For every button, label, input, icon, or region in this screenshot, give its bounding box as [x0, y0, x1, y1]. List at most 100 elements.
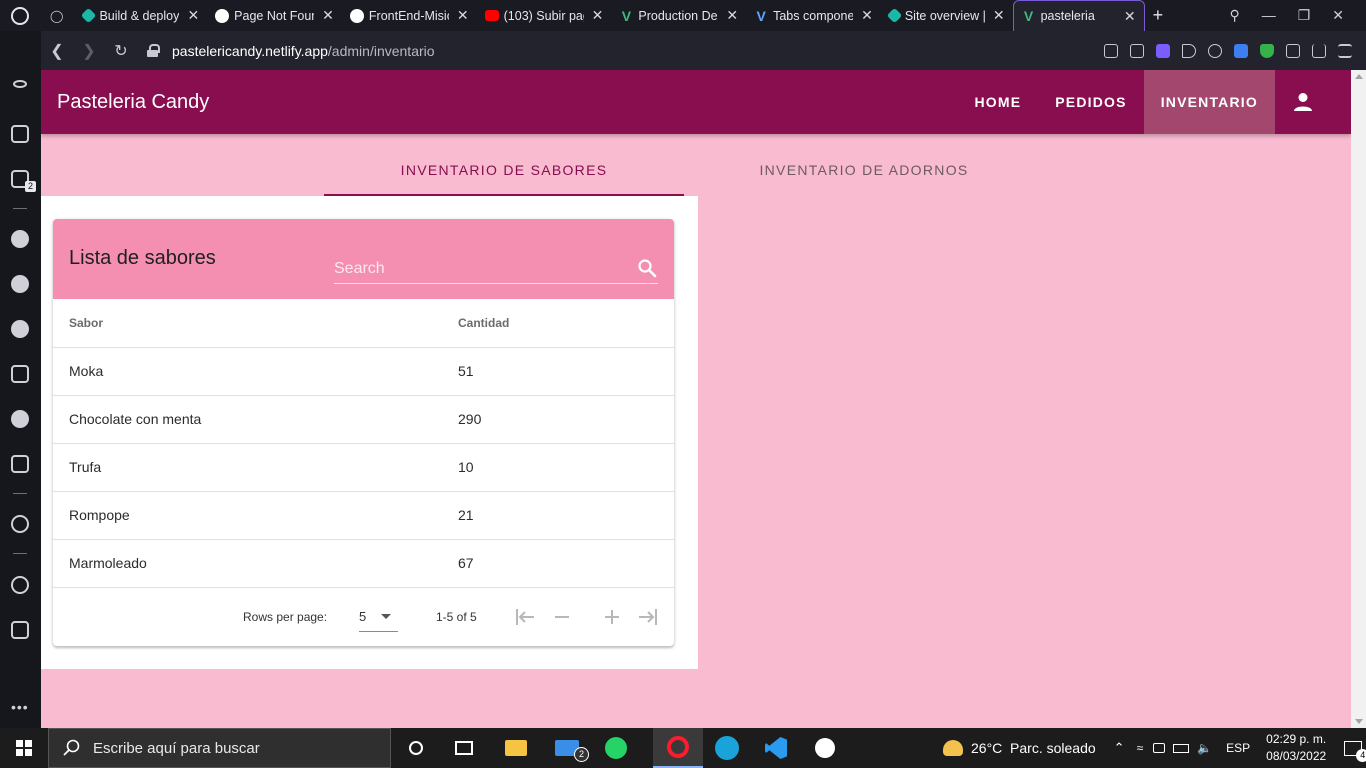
adblock-shield-icon[interactable]	[1260, 43, 1274, 58]
restore-icon[interactable]: ❐	[1298, 7, 1311, 24]
close-icon[interactable]: ✕	[187, 7, 199, 24]
mail-icon[interactable]: 2	[555, 740, 589, 762]
next-page-icon[interactable]	[600, 605, 624, 629]
table-row[interactable]: Rompope 21	[53, 491, 674, 540]
download-icon[interactable]	[1312, 43, 1326, 58]
meet-now-icon[interactable]	[1153, 743, 1166, 753]
mail-badge: 2	[574, 747, 589, 762]
share-icon[interactable]	[1104, 43, 1118, 58]
vpn-shield-icon[interactable]	[1156, 43, 1170, 58]
previous-page-icon[interactable]	[550, 605, 574, 629]
clock[interactable]: 02:29 p. m. 08/03/2022	[1266, 731, 1326, 765]
opera-taskbar-icon[interactable]	[653, 728, 703, 768]
weather-text[interactable]: 26°C Parc. soleado	[971, 740, 1096, 756]
send-icon[interactable]	[1182, 43, 1196, 58]
new-tab-button[interactable]: +	[1145, 0, 1172, 31]
close-icon[interactable]: ✕	[322, 7, 334, 24]
battery-icon[interactable]	[1173, 743, 1190, 753]
close-icon[interactable]: ✕	[457, 7, 469, 24]
close-window-icon[interactable]: ✕	[1332, 7, 1344, 24]
tab-workspace[interactable]: ◯	[40, 0, 75, 31]
close-icon[interactable]: ✕	[861, 7, 873, 24]
edge-icon[interactable]	[715, 736, 739, 760]
minimize-icon[interactable]: —	[1262, 7, 1276, 24]
browser-tab[interactable]: V Tabs componer ✕	[746, 0, 881, 31]
opera-menu-icon[interactable]	[0, 0, 40, 31]
easy-setup-icon[interactable]	[1338, 43, 1352, 58]
back-icon[interactable]: ❮	[41, 41, 73, 61]
account-button[interactable]	[1275, 70, 1331, 134]
nav-home[interactable]: HOME	[957, 70, 1038, 134]
weather-icon[interactable]	[943, 740, 963, 756]
player-icon[interactable]	[11, 515, 29, 533]
page-scrollbar[interactable]	[1351, 70, 1366, 728]
sidebar-divider	[13, 493, 27, 494]
notification-count: 4	[1356, 748, 1366, 762]
reload-icon[interactable]: ↻	[105, 41, 137, 61]
tab-inventario-adornos[interactable]: INVENTARIO DE ADORNOS	[684, 146, 1044, 194]
smiley-app-icon[interactable]	[815, 738, 835, 758]
discord-icon[interactable]	[11, 455, 29, 473]
nav-pedidos[interactable]: PEDIDOS	[1038, 70, 1143, 134]
table-row[interactable]: Trufa 10	[53, 443, 674, 492]
clock-icon[interactable]	[11, 576, 29, 594]
file-explorer-icon[interactable]	[505, 740, 527, 756]
rows-per-page-select[interactable]: 5	[359, 602, 398, 632]
close-icon[interactable]: ✕	[993, 7, 1005, 24]
tab-inventario-sabores[interactable]: INVENTARIO DE SABORES	[324, 146, 684, 196]
network-icon[interactable]: ≈	[1137, 741, 1144, 755]
browser-tab[interactable]: Page Not Foun ✕	[207, 0, 342, 31]
vscode-icon[interactable]	[765, 737, 787, 759]
chevron-up-icon[interactable]: ⌃	[1114, 740, 1125, 756]
search-tabs-icon[interactable]: ⚲	[1229, 7, 1239, 24]
url-field[interactable]: pastelericandy.netlify.app/admin/inventa…	[172, 43, 435, 59]
extensions-icon[interactable]	[1286, 43, 1300, 58]
lock-icon[interactable]	[147, 44, 160, 57]
table-row[interactable]: Marmoleado 67	[53, 539, 674, 588]
history-partial-icon[interactable]	[13, 80, 27, 88]
cube-icon[interactable]	[11, 621, 29, 639]
language-indicator[interactable]: ESP	[1226, 741, 1250, 755]
taskbar-search[interactable]: Escribe aquí para buscar	[48, 728, 391, 768]
browser-tab[interactable]: Site overview | ✕	[881, 0, 1013, 31]
search-input[interactable]	[334, 255, 630, 283]
instagram-icon[interactable]	[11, 365, 29, 383]
volume-icon[interactable]: 🔈	[1197, 741, 1212, 755]
whatsapp-icon[interactable]	[11, 275, 29, 293]
brand-title[interactable]: Pasteleria Candy	[57, 91, 209, 114]
table-row[interactable]: Moka 51	[53, 347, 674, 396]
column-header-sabor[interactable]: Sabor	[53, 299, 442, 348]
whatsapp-icon[interactable]	[605, 737, 627, 759]
last-page-icon[interactable]	[636, 605, 660, 629]
github-icon	[349, 8, 364, 23]
close-icon[interactable]: ✕	[592, 7, 604, 24]
messenger-icon[interactable]	[11, 230, 29, 248]
task-view-icon[interactable]	[455, 741, 473, 755]
first-page-icon[interactable]	[513, 605, 537, 629]
heart-icon[interactable]	[1208, 43, 1222, 58]
windows-start-icon[interactable]	[0, 740, 48, 756]
cortana-icon[interactable]	[409, 741, 423, 755]
translate-icon[interactable]	[1234, 43, 1248, 58]
close-icon[interactable]: ✕	[726, 7, 738, 24]
notifications-icon[interactable]: 4	[1344, 740, 1366, 762]
nav-inventario[interactable]: INVENTARIO	[1143, 70, 1275, 134]
browser-tab[interactable]: FrontEnd-Misio ✕	[342, 0, 477, 31]
app-bar: Pasteleria Candy HOME PEDIDOS INVENTARIO	[41, 70, 1351, 134]
close-icon[interactable]: ✕	[1124, 8, 1136, 25]
browser-tab[interactable]: (103) Subir pag ✕	[477, 0, 612, 31]
camera-icon[interactable]	[1130, 43, 1144, 58]
sidebar-divider	[13, 553, 27, 554]
browser-tab-active[interactable]: V pasteleria ✕	[1012, 0, 1145, 31]
browser-tab[interactable]: Build & deploy ✕	[75, 0, 207, 31]
forward-icon[interactable]: ❯	[73, 41, 105, 61]
telegram-icon[interactable]	[11, 320, 29, 338]
more-icon[interactable]: •••	[11, 699, 29, 715]
table-row[interactable]: Chocolate con menta 290	[53, 395, 674, 444]
column-header-cantidad[interactable]: Cantidad	[442, 299, 674, 348]
search-icon[interactable]	[637, 258, 657, 278]
shopping-bag-icon[interactable]	[11, 125, 29, 143]
browser-tab[interactable]: V Production Dep ✕	[611, 0, 746, 31]
search-field[interactable]	[334, 255, 658, 284]
twitter-icon[interactable]	[11, 410, 29, 428]
